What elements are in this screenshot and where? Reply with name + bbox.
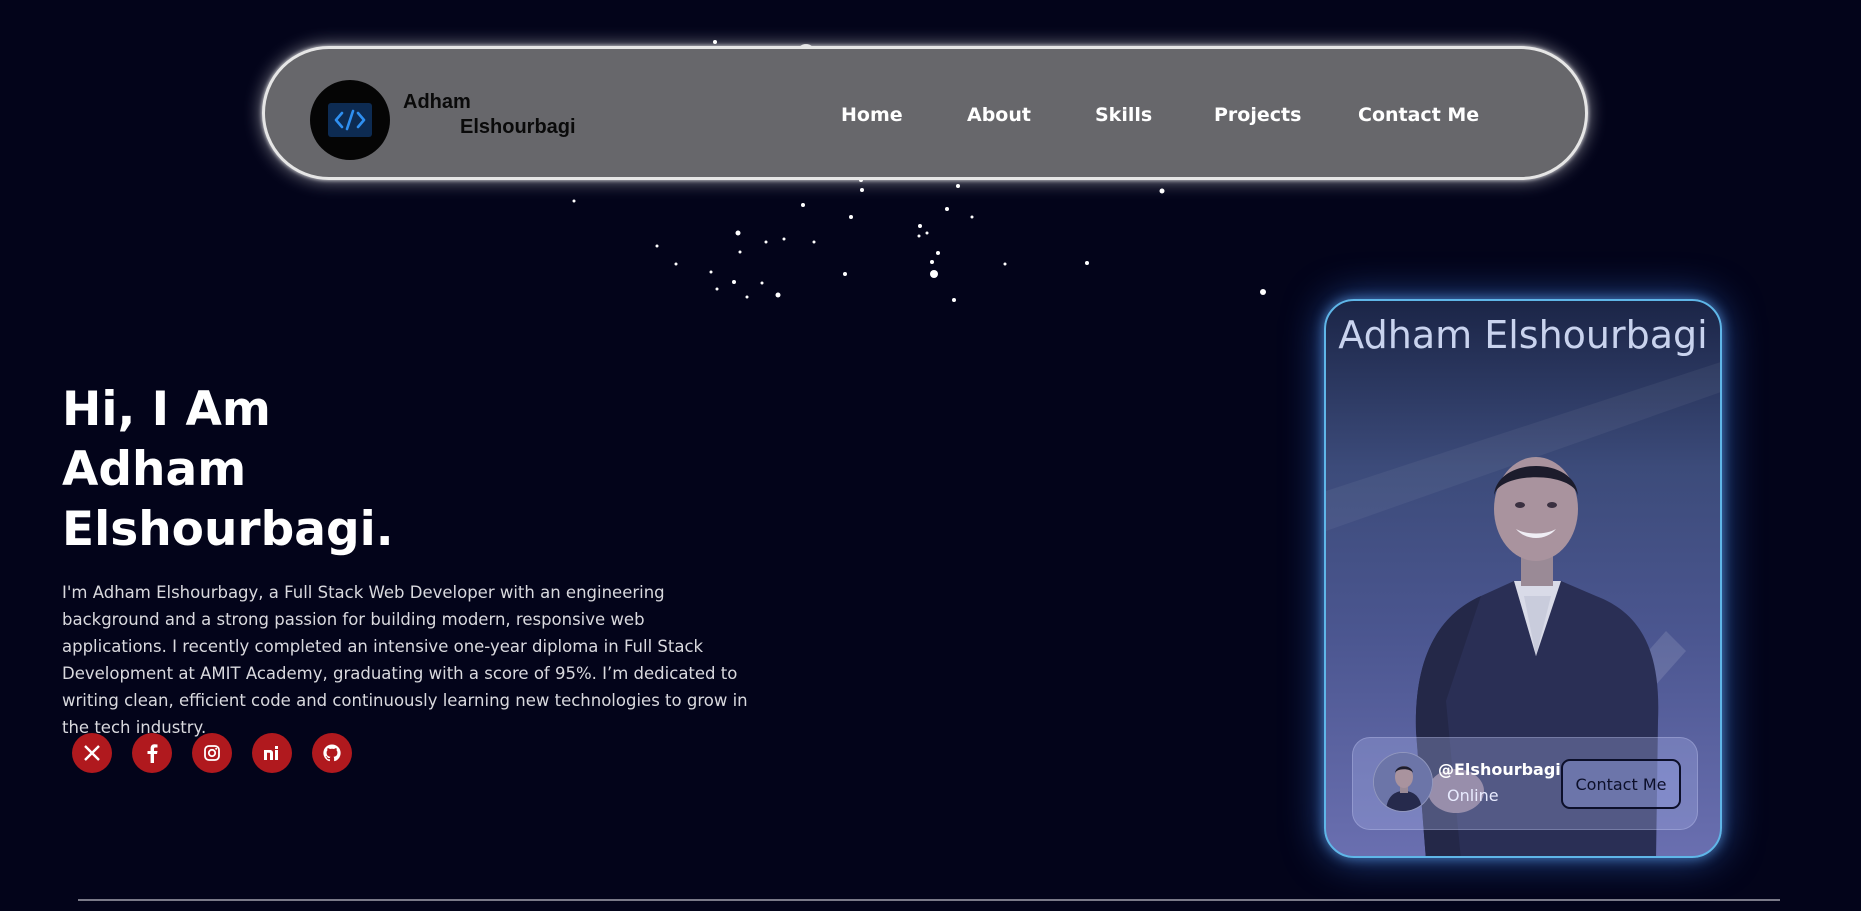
code-brackets-icon xyxy=(328,103,372,137)
contact-me-button[interactable]: Contact Me xyxy=(1561,759,1681,809)
github-icon[interactable] xyxy=(312,733,352,773)
card-title: Adham Elshourbagi xyxy=(1338,313,1708,357)
hero-title-line: Elshourbagi. xyxy=(62,502,394,557)
brand-name-last: Elshourbagi xyxy=(460,116,576,138)
nav-link-projects[interactable]: Projects xyxy=(1214,104,1301,126)
card-footer: @Elshourbagi Online Contact Me xyxy=(1352,737,1698,830)
instagram-icon[interactable] xyxy=(192,733,232,773)
logo[interactable] xyxy=(310,80,390,160)
status-badge: Online xyxy=(1447,786,1499,805)
nav-link-about[interactable]: About xyxy=(967,104,1031,126)
ni-icon[interactable] xyxy=(252,733,292,773)
hero-title-line: Adham xyxy=(62,442,247,497)
section-divider xyxy=(78,899,1780,901)
x-twitter-icon[interactable] xyxy=(72,733,112,773)
brand-name-first: Adham xyxy=(403,91,471,113)
facebook-icon[interactable] xyxy=(132,733,172,773)
nav-link-skills[interactable]: Skills xyxy=(1095,104,1152,126)
hero-description: I'm Adham Elshourbagy, a Full Stack Web … xyxy=(62,583,748,737)
nav-link-contact[interactable]: Contact Me xyxy=(1358,104,1479,126)
hero-title-line: Hi, I Am xyxy=(62,382,271,437)
profile-handle: @Elshourbagi xyxy=(1438,760,1561,779)
profile-card: Adham Elshourbagi @Elshourbagi Online Co… xyxy=(1324,299,1722,858)
hero-title: Hi, I Am Adham Elshourbagi. xyxy=(62,380,394,560)
navbar: Adham Elshourbagi Home About Skills Proj… xyxy=(262,46,1588,180)
nav-link-home[interactable]: Home xyxy=(841,104,903,126)
avatar xyxy=(1373,752,1433,812)
